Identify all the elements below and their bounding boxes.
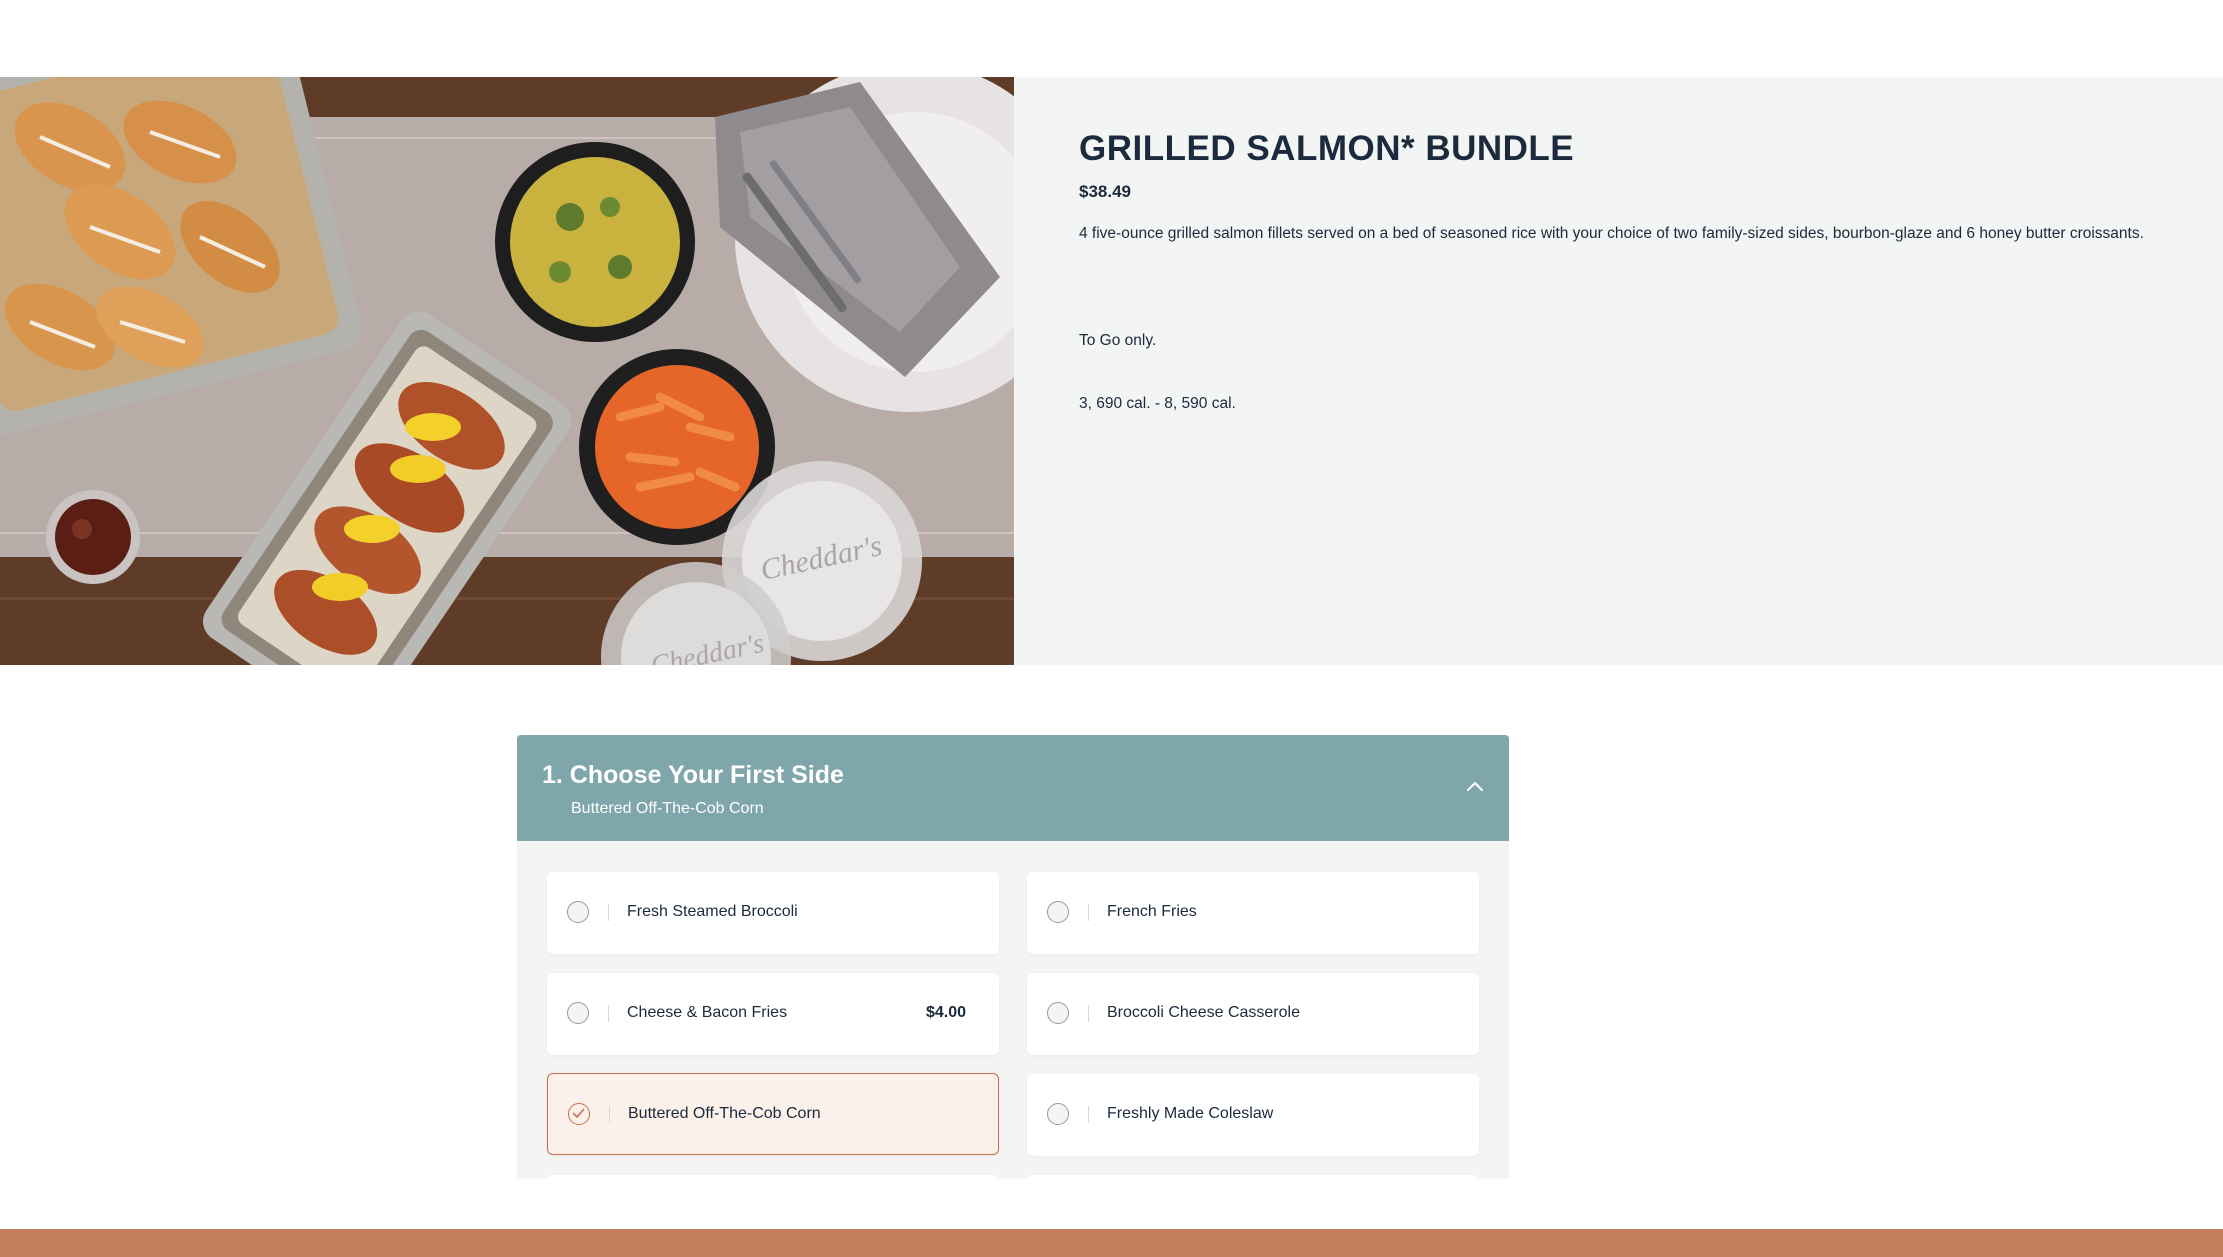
product-title: GRILLED SALMON* BUNDLE xyxy=(1079,129,1575,168)
side-section-header[interactable]: 1. Choose Your First Side Buttered Off-T… xyxy=(517,735,1509,841)
side-section-title: 1. Choose Your First Side xyxy=(542,761,844,789)
radio-button-selected[interactable] xyxy=(568,1103,590,1125)
side-option-broccoli-cheese-casserole[interactable]: Broccoli Cheese Casserole xyxy=(1027,973,1479,1055)
divider xyxy=(608,1005,609,1022)
product-note: To Go only. xyxy=(1079,332,1157,349)
divider xyxy=(609,1106,610,1123)
side-option-upcharge: $4.00 xyxy=(925,1004,966,1021)
radio-button[interactable] xyxy=(567,1002,589,1024)
side-option-label: Freshly Made Coleslaw xyxy=(1107,1105,1274,1122)
product-price: $38.49 xyxy=(1079,182,1131,201)
side-option-buttered-off-the-cob-corn[interactable]: Buttered Off-The-Cob Corn xyxy=(547,1073,999,1155)
chevron-up-icon[interactable] xyxy=(1465,777,1485,797)
side-section-selected-summary: Buttered Off-The-Cob Corn xyxy=(571,800,764,817)
radio-button[interactable] xyxy=(1047,1002,1069,1024)
side-option-label: Broccoli Cheese Casserole xyxy=(1107,1004,1300,1021)
divider xyxy=(1088,1005,1089,1022)
side-option-partial[interactable] xyxy=(547,1175,999,1179)
radio-button[interactable] xyxy=(1047,901,1069,923)
side-option-french-fries[interactable]: French Fries xyxy=(1027,872,1479,954)
product-photo: Cheddar's Cheddar's xyxy=(0,77,1014,665)
side-option-partial[interactable] xyxy=(1027,1175,1479,1179)
product-calories: 3, 690 cal. - 8, 590 cal. xyxy=(1079,395,1236,412)
side-option-label: French Fries xyxy=(1107,903,1197,920)
divider xyxy=(608,904,609,921)
side-option-fresh-steamed-broccoli[interactable]: Fresh Steamed Broccoli xyxy=(547,872,999,954)
product-description: 4 five-ounce grilled salmon fillets serv… xyxy=(1079,225,2144,242)
divider xyxy=(1088,904,1089,921)
side-option-freshly-made-coleslaw[interactable]: Freshly Made Coleslaw xyxy=(1027,1074,1479,1156)
side-option-cheese-bacon-fries[interactable]: Cheese & Bacon Fries $4.00 xyxy=(547,973,999,1055)
footer-bar xyxy=(0,1229,2223,1257)
checkmark-icon xyxy=(572,1108,585,1118)
product-info: GRILLED SALMON* BUNDLE $38.49 4 five-oun… xyxy=(1014,77,2223,665)
radio-button[interactable] xyxy=(567,901,589,923)
divider xyxy=(1088,1106,1089,1123)
side-selection-panel: 1. Choose Your First Side Buttered Off-T… xyxy=(517,735,1509,1179)
radio-button[interactable] xyxy=(1047,1103,1069,1125)
product-hero: Cheddar's Cheddar's GRILLED SALMON* BUND… xyxy=(0,77,2223,665)
side-option-label: Cheese & Bacon Fries xyxy=(627,1004,788,1021)
side-option-label: Fresh Steamed Broccoli xyxy=(627,903,798,920)
side-option-label: Buttered Off-The-Cob Corn xyxy=(628,1105,821,1122)
